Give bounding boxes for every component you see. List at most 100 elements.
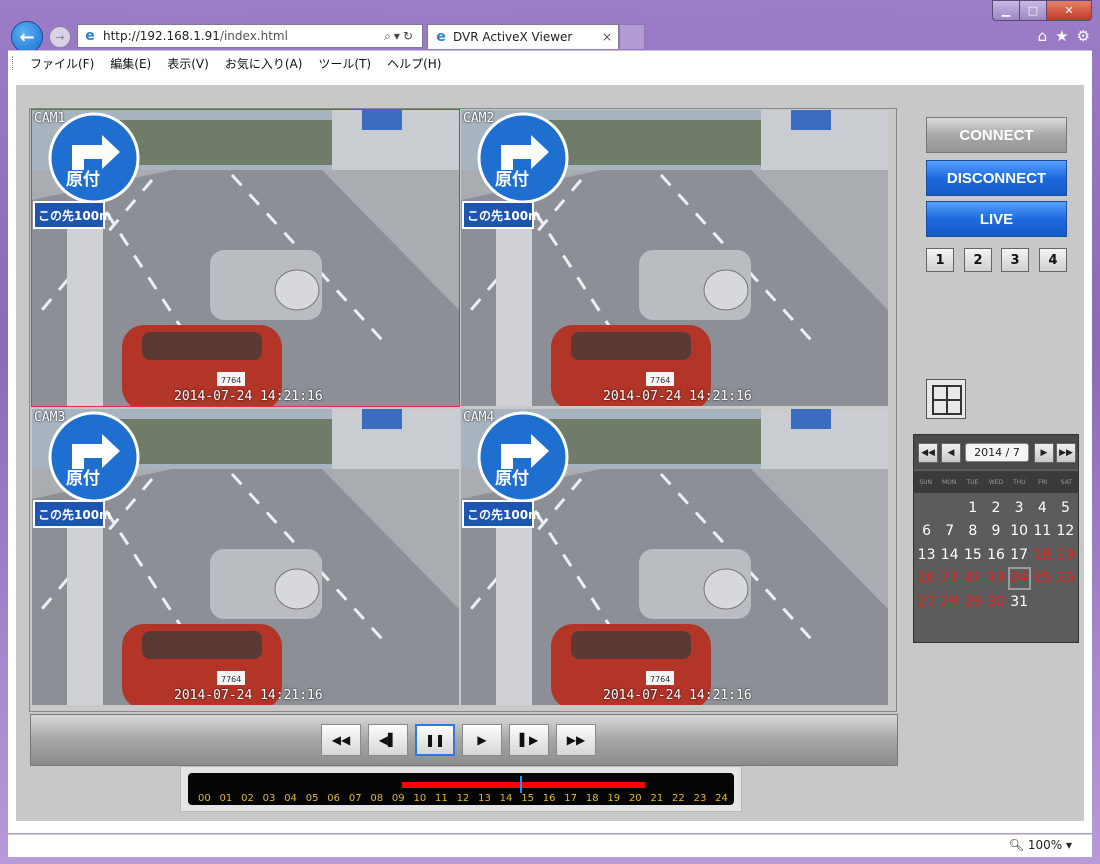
calendar-day[interactable]: 10 xyxy=(1008,520,1031,544)
menu-file[interactable]: ファイル(F) xyxy=(22,55,102,72)
weekday-label: TUE xyxy=(966,478,979,486)
calendar-day[interactable]: 24 xyxy=(1007,566,1031,590)
camera-scene: 原付この先100m 7764 xyxy=(461,110,888,406)
calendar-day[interactable]: 19 xyxy=(1054,543,1077,567)
channel-4-button[interactable]: 4 xyxy=(1039,248,1067,272)
weekday-label: SAT xyxy=(1060,478,1072,486)
camera-view-3[interactable]: 原付 この先100m 7764 CAM3 2014-07-24 14:21:16 xyxy=(32,409,459,705)
camera-view-2[interactable]: 原付 この先100m 7764 CAM2 2014-07-24 14:21:16 xyxy=(461,110,888,406)
next-month-button[interactable]: ▶ xyxy=(1034,443,1054,463)
calendar-day[interactable]: 27 xyxy=(915,590,938,614)
pause-button[interactable]: ❚❚ xyxy=(415,724,455,756)
ie-logo-icon: e xyxy=(436,29,446,45)
tab-title: DVR ActiveX Viewer xyxy=(453,30,573,44)
menu-view[interactable]: 表示(V) xyxy=(159,55,217,72)
new-tab-button[interactable] xyxy=(619,24,645,49)
calendar-header: ◀◀ ◀ 2014 / 7 ▶ ▶▶ xyxy=(914,435,1078,469)
zoom-level: 100% xyxy=(1027,838,1063,852)
calendar-day[interactable]: 30 xyxy=(984,590,1007,614)
timeline-hour-label: 16 xyxy=(542,793,556,804)
calendar-day[interactable]: 15 xyxy=(961,543,984,567)
maximize-button[interactable]: □ xyxy=(1020,0,1047,21)
calendar-day[interactable]: 16 xyxy=(984,543,1007,567)
calendar-day[interactable]: 8 xyxy=(961,520,984,544)
step-forward-button[interactable]: ▌▶ xyxy=(509,724,549,756)
calendar-day[interactable]: 5 xyxy=(1054,496,1077,520)
calendar-day[interactable]: 17 xyxy=(1008,543,1031,567)
channel-1-button[interactable]: 1 xyxy=(926,248,954,272)
subsign-text: この先100m xyxy=(467,507,541,522)
live-button[interactable]: LIVE xyxy=(926,201,1067,237)
back-button[interactable]: ← xyxy=(11,21,43,53)
next-year-button[interactable]: ▶▶ xyxy=(1056,443,1076,463)
address-tools[interactable]: ⌕▾↻ xyxy=(384,29,416,44)
calendar-day[interactable]: 4 xyxy=(1031,496,1054,520)
calendar-empty-cell xyxy=(938,496,961,520)
tab-close-icon[interactable]: × xyxy=(602,30,612,44)
calendar-day[interactable]: 12 xyxy=(1054,520,1077,544)
rewind-button[interactable]: ◀◀ xyxy=(321,724,361,756)
calendar-day[interactable]: 2 xyxy=(984,496,1007,520)
plate-text: 7764 xyxy=(650,376,670,385)
calendar-day[interactable]: 31 xyxy=(1008,590,1031,614)
calendar-day[interactable]: 22 xyxy=(961,567,984,591)
calendar-day[interactable]: 28 xyxy=(938,590,961,614)
timeline-hour-label: 06 xyxy=(327,793,341,804)
menu-favorites[interactable]: お気に入り(A) xyxy=(217,55,311,72)
tab-dvr-viewer[interactable]: e DVR ActiveX Viewer × xyxy=(427,24,619,49)
camera-view-1[interactable]: 原付 この先100m 7764 CAM1 2014-07-24 14:21:16 xyxy=(31,109,460,407)
menu-edit[interactable]: 編集(E) xyxy=(102,55,159,72)
quad-layout-button[interactable] xyxy=(926,379,966,419)
pause-icon: ❚❚ xyxy=(424,733,446,747)
menu-tools[interactable]: ツール(T) xyxy=(310,55,379,72)
step-back-button[interactable]: ◀▌ xyxy=(368,724,408,756)
close-window-button[interactable]: ✕ xyxy=(1047,0,1092,21)
calendar-day[interactable]: 14 xyxy=(938,543,961,567)
connect-button[interactable]: CONNECT xyxy=(926,117,1067,153)
forward-button[interactable]: → xyxy=(49,26,71,48)
step-forward-icon: ▌▶ xyxy=(519,733,539,747)
home-icon[interactable]: ⌂ xyxy=(1038,27,1048,45)
calendar-day[interactable]: 29 xyxy=(961,590,984,614)
address-bar[interactable]: e http://192.168.1.91 /index.html ⌕▾↻ xyxy=(77,24,423,48)
calendar: ◀◀ ◀ 2014 / 7 ▶ ▶▶ SUN MON TUE WED THU FRI SAT… xyxy=(913,434,1079,643)
fast-forward-button[interactable]: ▶▶ xyxy=(556,724,596,756)
camera-scene: 原付この先100m 7764 xyxy=(32,110,459,406)
calendar-day[interactable]: 25 xyxy=(1031,567,1054,591)
calendar-day[interactable]: 7 xyxy=(938,520,961,544)
camera-view-4[interactable]: 原付 この先100m 7764 CAM4 2014-07-24 14:21:16 xyxy=(461,409,888,705)
prev-month-button[interactable]: ◀ xyxy=(941,443,961,463)
calendar-day[interactable]: 23 xyxy=(984,567,1007,591)
weekday-label: SUN xyxy=(919,478,933,486)
calendar-day[interactable]: 21 xyxy=(938,567,961,591)
calendar-day[interactable]: 11 xyxy=(1031,520,1054,544)
menu-help[interactable]: ヘルプ(H) xyxy=(379,55,449,72)
disconnect-button[interactable]: DISCONNECT xyxy=(926,160,1067,196)
timeline-hour-label: 03 xyxy=(262,793,276,804)
calendar-day[interactable]: 3 xyxy=(1008,496,1031,520)
timeline-cursor[interactable] xyxy=(519,776,522,793)
subsign-text: この先100m xyxy=(38,507,112,522)
calendar-day[interactable]: 6 xyxy=(915,520,938,544)
camera-label: CAM2 xyxy=(463,111,495,126)
prev-year-button[interactable]: ◀◀ xyxy=(918,443,938,463)
favorites-star-icon[interactable]: ★ xyxy=(1055,27,1068,45)
status-bar: 🔍︎ 100% ▾ xyxy=(8,834,1092,857)
channel-3-button[interactable]: 3 xyxy=(1001,248,1029,272)
calendar-day[interactable]: 18 xyxy=(1031,543,1054,567)
calendar-day[interactable]: 1 xyxy=(961,496,984,520)
settings-gear-icon[interactable]: ⚙ xyxy=(1077,27,1090,45)
calendar-day[interactable]: 13 xyxy=(915,543,938,567)
zoom-magnifier-icon: 🔍︎ xyxy=(1008,838,1025,852)
timeline[interactable]: 00 01 02 03 04 05 06 07 08 09 10 11 12 13 14 15 16 17 18 19… xyxy=(188,773,734,805)
zoom-control[interactable]: 🔍︎ 100% ▾ xyxy=(1009,838,1072,852)
calendar-day[interactable]: 26 xyxy=(1054,567,1077,591)
step-back-icon: ◀▌ xyxy=(378,733,398,747)
play-button[interactable]: ▶ xyxy=(462,724,502,756)
channel-2-button[interactable]: 2 xyxy=(964,248,992,272)
camera-label: CAM1 xyxy=(34,111,66,126)
calendar-day[interactable]: 20 xyxy=(915,567,938,591)
minimize-button[interactable]: ▁ xyxy=(992,0,1020,21)
timeline-hour-label: 07 xyxy=(348,793,362,804)
calendar-day[interactable]: 9 xyxy=(984,520,1007,544)
